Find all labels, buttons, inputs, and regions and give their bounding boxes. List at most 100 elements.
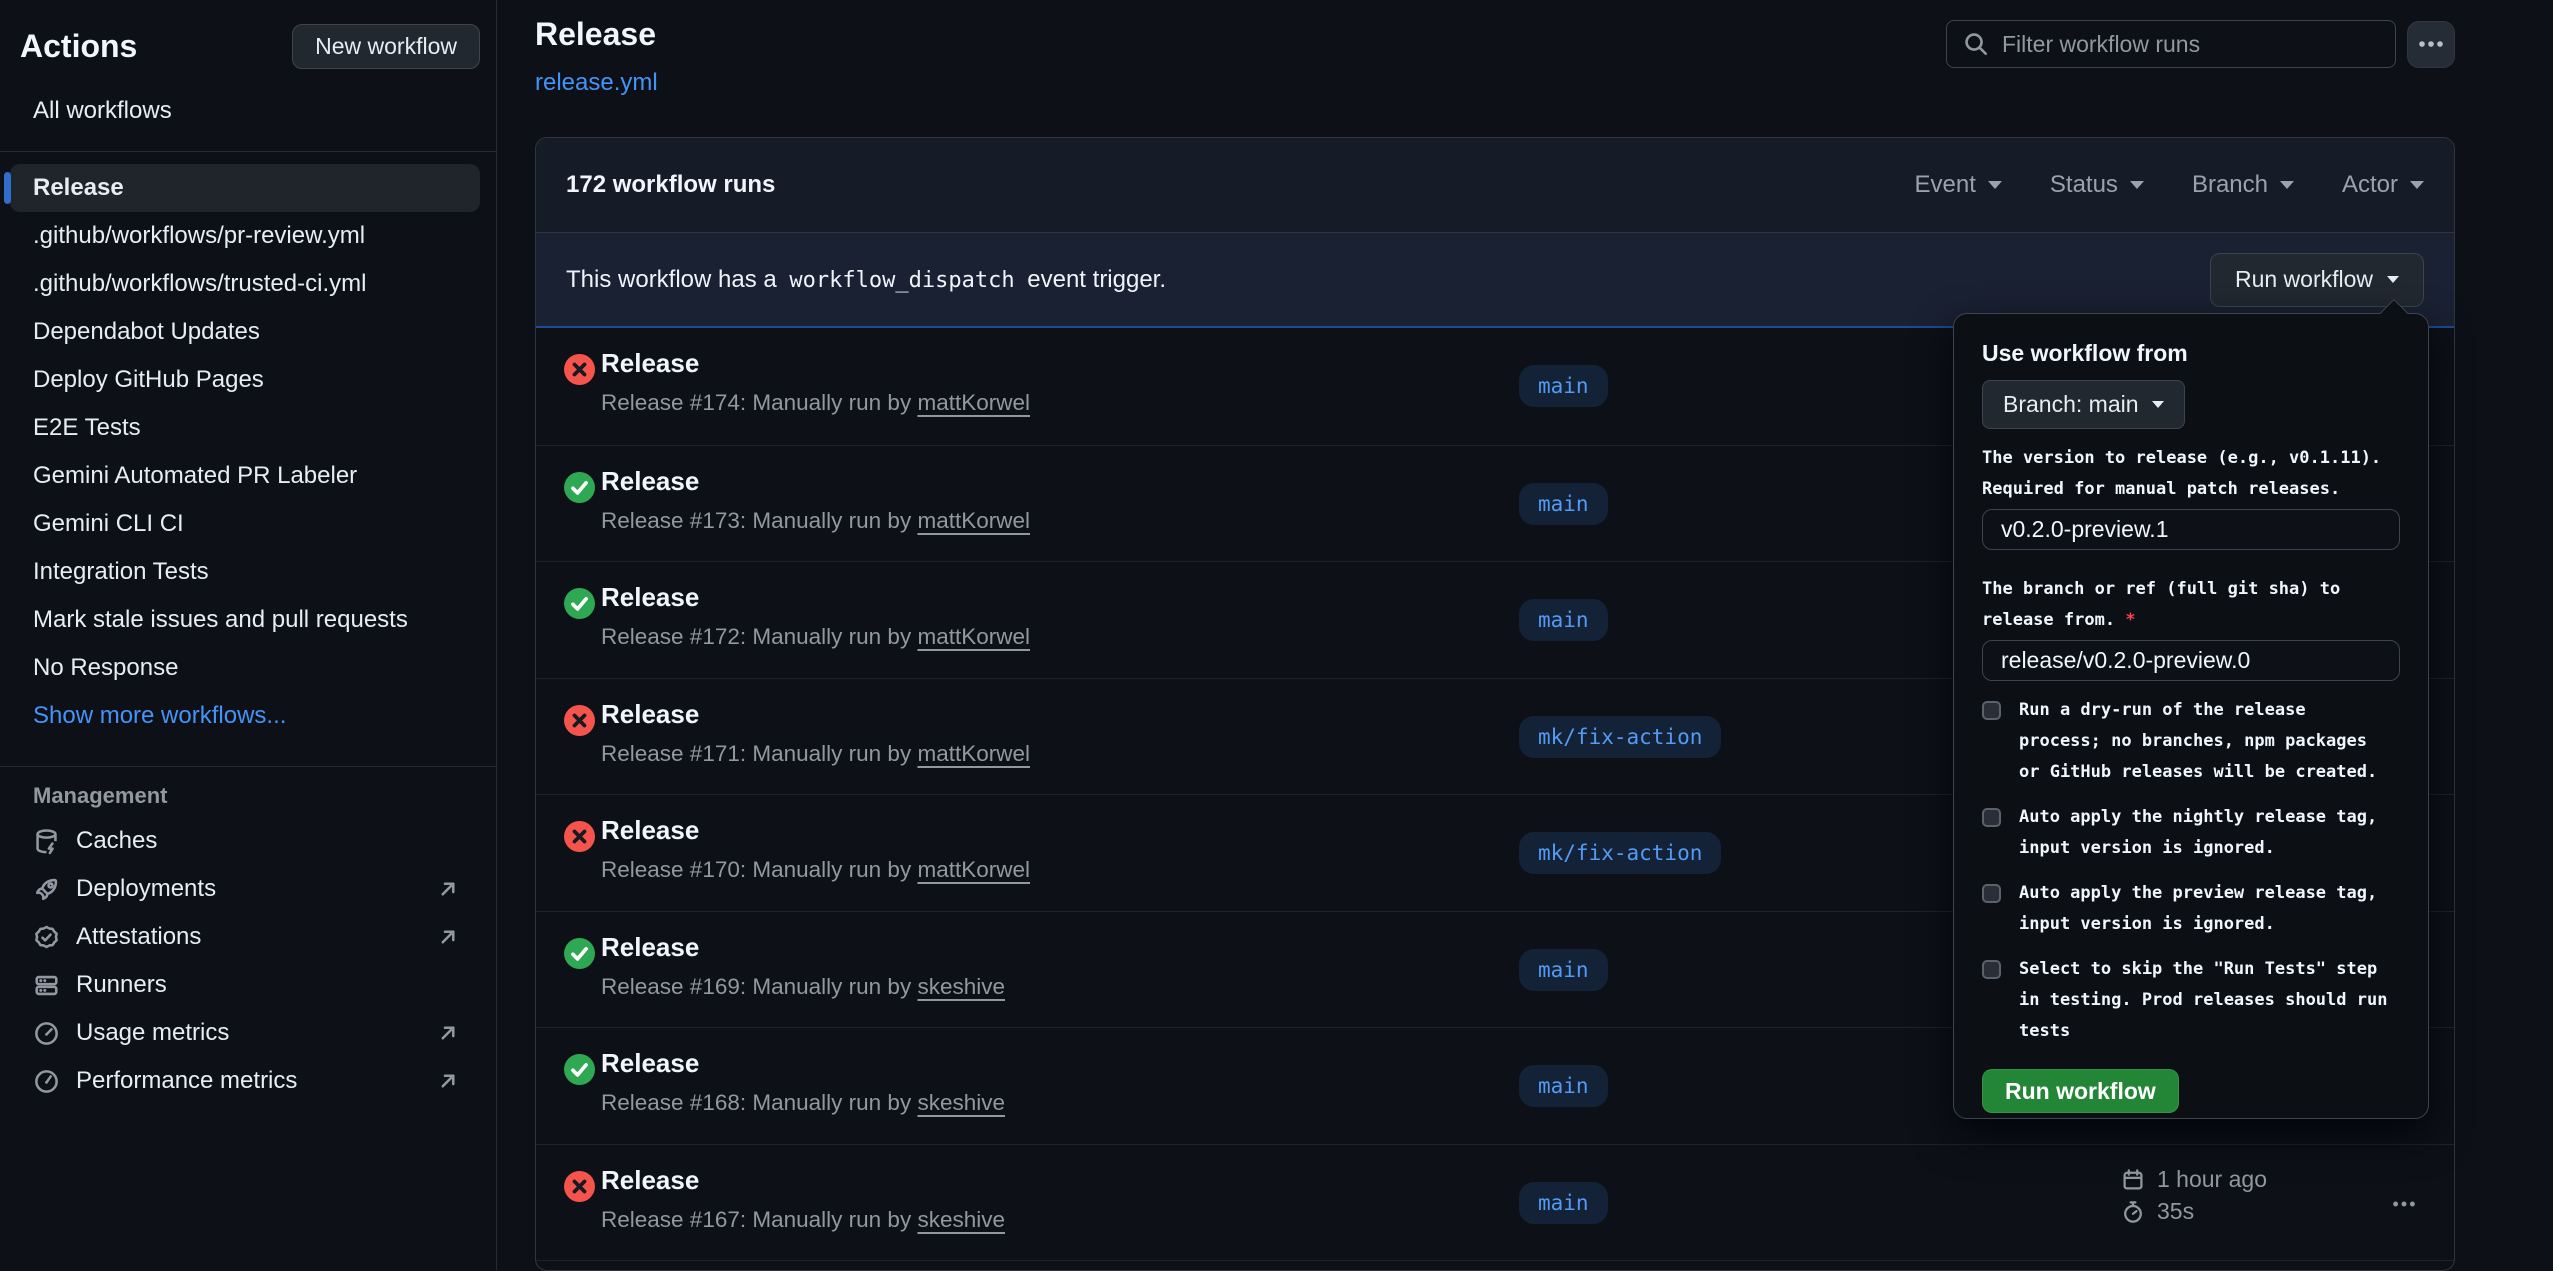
banner-text: This workflow has a workflow_dispatch ev… [566,266,1166,294]
workflow-dispatch-code: workflow_dispatch [783,268,1020,293]
workflow-list: Release .github/workflows/pr-review.yml … [0,152,496,740]
actor-filter-dropdown[interactable]: Actor [2342,171,2424,199]
actions-sidebar: Actions New workflow All workflows Relea… [0,0,497,1270]
sidebar-item-pr-review[interactable]: .github/workflows/pr-review.yml [10,212,480,260]
all-workflows-link[interactable]: All workflows [33,97,172,125]
branch-badge[interactable]: mk/fix-action [1519,716,1721,758]
version-input[interactable] [1982,509,2400,550]
checkbox-label: Select to skip the "Run Tests" step in t… [2019,954,2397,1047]
run-title[interactable]: Release [601,932,699,963]
workflow-options-kebab-button[interactable] [2407,21,2455,68]
skip-tests-checkbox[interactable] [1982,960,2001,979]
external-link-icon [436,925,460,949]
calendar-icon [2121,1168,2145,1192]
search-icon [1963,31,1989,57]
run-status-icon [564,588,595,619]
run-options-kebab-button[interactable] [2384,1189,2424,1219]
preview-tag-checkbox-row: Auto apply the preview release tag, inpu… [1982,878,2400,940]
dry-run-checkbox[interactable] [1982,701,2001,720]
branch-badge[interactable]: main [1519,1182,1608,1224]
sidebar-item-dependabot-updates[interactable]: Dependabot Updates [10,308,480,356]
branch-select-button[interactable]: Branch: main [1982,380,2185,429]
run-workflow-submit-button[interactable]: Run workflow [1982,1069,2179,1113]
status-filter-dropdown[interactable]: Status [2050,171,2144,199]
branch-badge[interactable]: main [1519,483,1608,525]
actor-link[interactable]: skeshive [917,1207,1005,1232]
chevron-down-icon [2387,276,2399,283]
dry-run-checkbox-row: Run a dry-run of the release process; no… [1982,695,2400,788]
sidebar-item-deploy-github-pages[interactable]: Deploy GitHub Pages [10,356,480,404]
rocket-icon [33,876,60,903]
management-section-title: Management [33,783,496,809]
run-status-icon [564,354,595,385]
run-title[interactable]: Release [601,582,699,613]
required-asterisk: * [2125,610,2135,630]
external-link-icon [436,877,460,901]
branch-badge[interactable]: main [1519,1065,1608,1107]
run-title[interactable]: Release [601,815,699,846]
sidebar-item-e2e-tests[interactable]: E2E Tests [10,404,480,452]
branch-badge[interactable]: main [1519,365,1608,407]
new-workflow-button[interactable]: New workflow [292,24,480,69]
sidebar-item-gemini-cli-ci[interactable]: Gemini CLI CI [10,500,480,548]
workflow-file-link[interactable]: release.yml [535,69,658,97]
run-workflow-panel: Use workflow from Branch: main The versi… [1953,313,2429,1119]
checkbox-label: Auto apply the preview release tag, inpu… [2019,878,2397,940]
run-title[interactable]: Release [601,466,699,497]
actor-link[interactable]: skeshive [917,974,1005,999]
selected-accent-bar [4,172,11,204]
runs-list-header: 172 workflow runs Event Status Branch Ac… [536,138,2454,233]
cache-database-icon [33,828,60,855]
sidebar-item-attestations[interactable]: Attestations [0,913,496,961]
run-title[interactable]: Release [601,699,699,730]
sidebar-item-gemini-automated-pr-labeler[interactable]: Gemini Automated PR Labeler [10,452,480,500]
sidebar-item-trusted-ci[interactable]: .github/workflows/trusted-ci.yml [10,260,480,308]
run-status-icon [564,821,595,852]
actor-link[interactable]: mattKorwel [917,741,1030,766]
run-status-icon [564,1171,595,1202]
run-status-icon [564,705,595,736]
server-icon [33,972,60,999]
run-title[interactable]: Release [601,348,699,379]
actor-link[interactable]: skeshive [917,1090,1005,1115]
sidebar-item-caches[interactable]: Caches [0,817,496,865]
workflow-run-row-partial [536,1260,2454,1270]
run-title[interactable]: Release [601,1165,699,1196]
verified-badge-icon [33,924,60,951]
actor-link[interactable]: mattKorwel [917,857,1030,882]
page-title: Release [535,16,658,53]
sidebar-item-mark-stale[interactable]: Mark stale issues and pull requests [10,596,480,644]
run-status-icon [564,1054,595,1085]
sidebar-item-deployments[interactable]: Deployments [0,865,496,913]
run-title[interactable]: Release [601,1048,699,1079]
event-filter-dropdown[interactable]: Event [1915,171,2002,199]
filter-workflow-runs-input[interactable] [2002,31,2379,58]
workflow-run-row[interactable]: Release Release #167: Manually run by sk… [536,1144,2454,1261]
run-duration: 35s [2157,1198,2194,1225]
sidebar-item-integration-tests[interactable]: Integration Tests [10,548,480,596]
sidebar-item-runners[interactable]: Runners [0,961,496,1009]
chevron-down-icon [2410,181,2424,189]
skip-tests-checkbox-row: Select to skip the "Run Tests" step in t… [1982,954,2400,1047]
sidebar-item-usage-metrics[interactable]: Usage metrics [0,1009,496,1057]
filter-workflow-runs-box [1946,20,2396,68]
nightly-tag-checkbox[interactable] [1982,808,2001,827]
chevron-down-icon [2130,181,2144,189]
sidebar-divider [0,766,496,767]
run-workflow-dropdown-button[interactable]: Run workflow [2210,253,2424,307]
actor-link[interactable]: mattKorwel [917,624,1030,649]
ref-input[interactable] [1982,640,2400,681]
show-more-workflows-link[interactable]: Show more workflows... [10,692,480,740]
actor-link[interactable]: mattKorwel [917,508,1030,533]
actor-link[interactable]: mattKorwel [917,390,1030,415]
preview-tag-checkbox[interactable] [1982,884,2001,903]
run-count: 172 workflow runs [566,171,775,199]
sidebar-item-release[interactable]: Release [10,164,480,212]
branch-badge[interactable]: mk/fix-action [1519,832,1721,874]
run-subtitle: Release #169: Manually run by skeshive [601,974,1005,1000]
branch-badge[interactable]: main [1519,599,1608,641]
branch-filter-dropdown[interactable]: Branch [2192,171,2294,199]
branch-badge[interactable]: main [1519,949,1608,991]
sidebar-item-no-response[interactable]: No Response [10,644,480,692]
sidebar-item-performance-metrics[interactable]: Performance metrics [0,1057,496,1105]
